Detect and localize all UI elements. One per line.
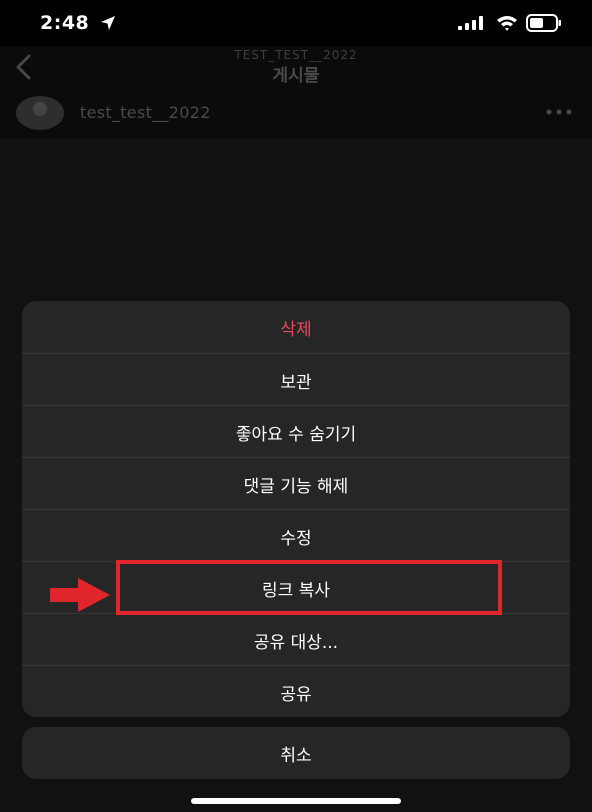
cellular-signal-icon <box>458 16 483 30</box>
turn-off-commenting-button[interactable]: 댓글 기능 해제 <box>22 458 570 510</box>
hide-like-count-button[interactable]: 좋아요 수 숨기기 <box>22 406 570 458</box>
status-time: 2:48 <box>40 12 90 34</box>
delete-button[interactable]: 삭제 <box>22 301 570 353</box>
post-username[interactable]: test_test__2022 <box>80 103 211 122</box>
share-button[interactable]: 공유 <box>22 666 570 717</box>
cancel-button[interactable]: 취소 <box>22 727 570 779</box>
nav-subtitle: TEST_TEST__2022 <box>234 48 358 62</box>
battery-icon <box>526 14 561 32</box>
archive-button[interactable]: 보관 <box>22 354 570 406</box>
status-bar: 2:48 <box>0 0 592 46</box>
home-indicator[interactable] <box>191 798 401 804</box>
red-arrow-icon <box>50 578 110 612</box>
location-arrow-icon <box>101 16 115 30</box>
action-sheet: 삭제 보관 좋아요 수 숨기기 댓글 기능 해제 수정 링크 복사 공유 대상.… <box>22 301 570 717</box>
wifi-icon <box>497 16 517 31</box>
avatar-head <box>33 102 47 116</box>
edit-button[interactable]: 수정 <box>22 510 570 562</box>
copy-link-highlight-box <box>116 560 502 615</box>
page-title: 게시물 <box>272 66 320 86</box>
more-horizontal-icon[interactable] <box>544 106 574 118</box>
share-to-button[interactable]: 공유 대상... <box>22 614 570 666</box>
avatar[interactable] <box>16 96 64 130</box>
